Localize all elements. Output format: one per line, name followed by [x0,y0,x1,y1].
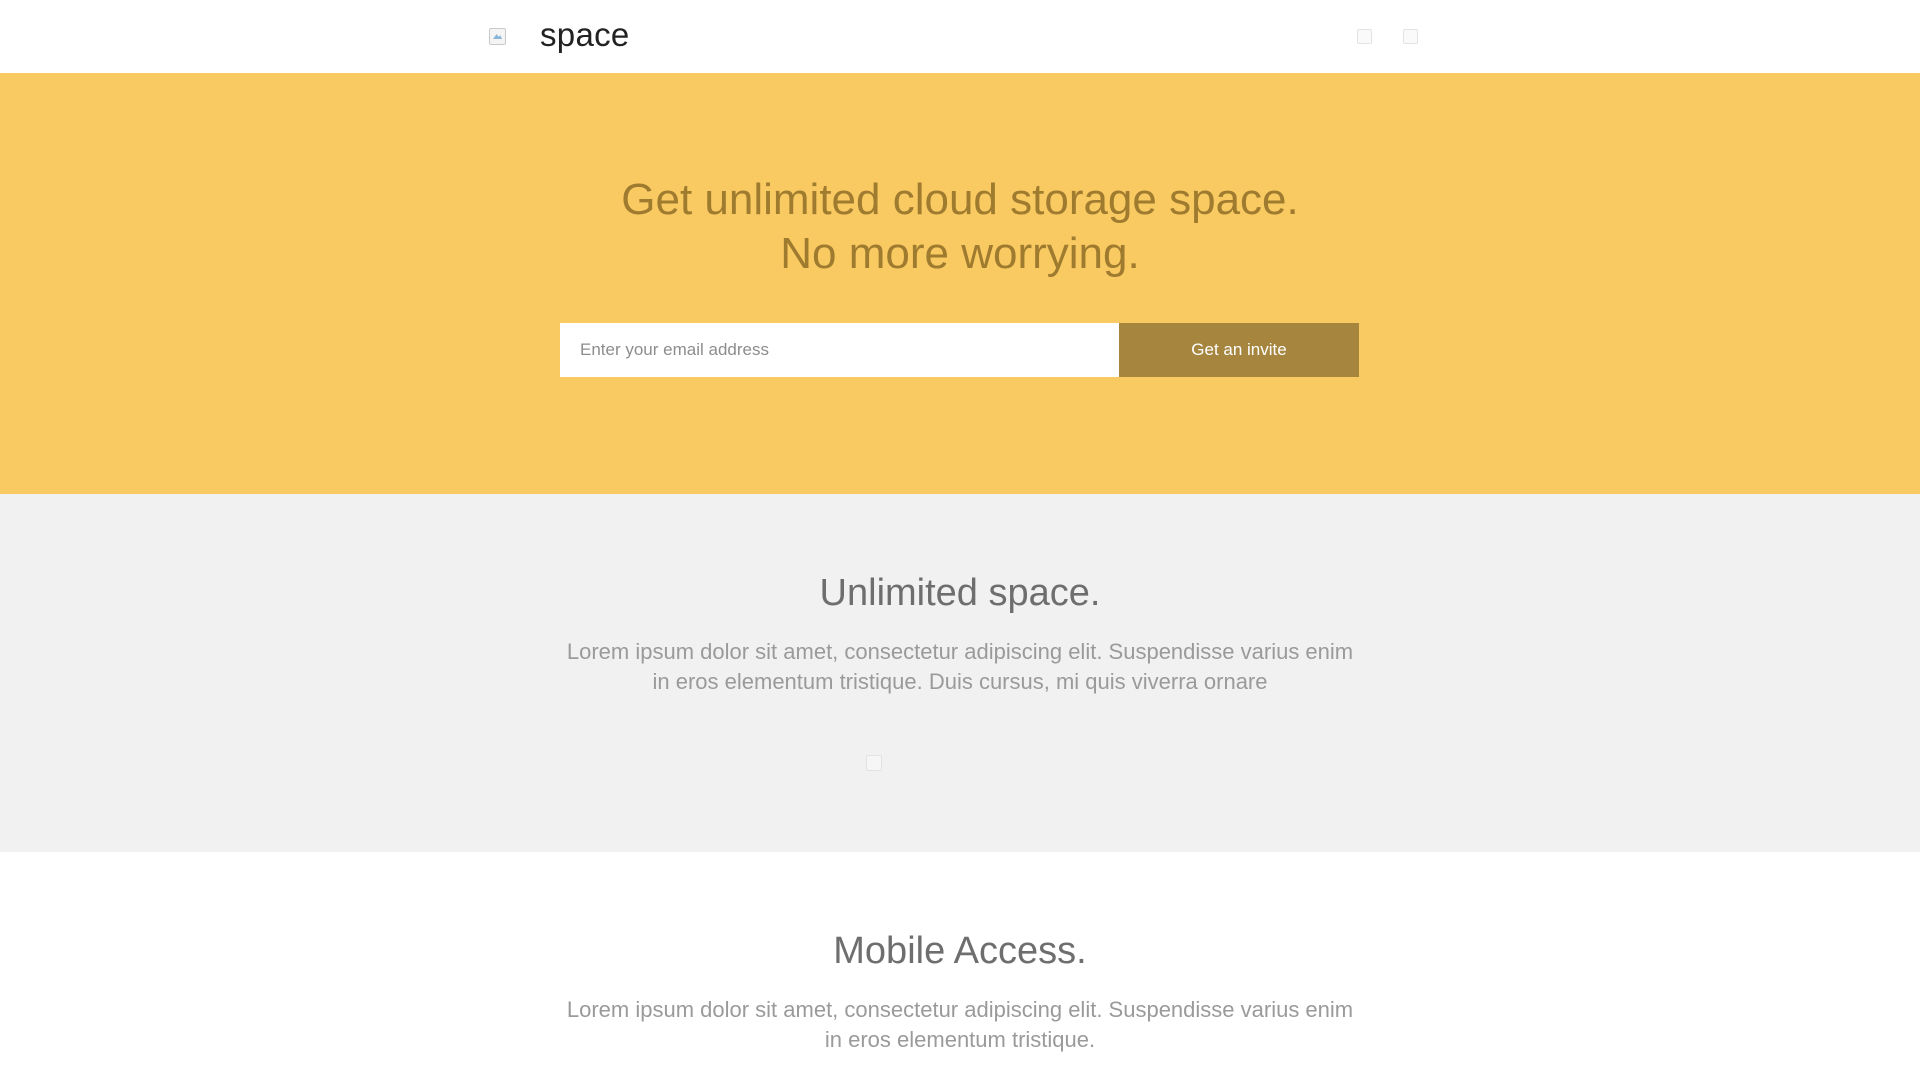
section-description-line-1: Lorem ipsum dolor sit amet, consectetur … [566,639,1354,664]
site-header: space [0,0,1920,73]
section-description: Lorem ipsum dolor sit amet, consectetur … [540,637,1380,697]
section-description-line-1: Lorem ipsum dolor sit amet, consectetur … [566,997,1354,1022]
section-title: Mobile Access. [833,930,1087,972]
section-description-line-2: in eros elementum tristique. Duis cursus… [652,669,1268,694]
brand-name[interactable]: space [540,15,630,55]
hero-title-line-2: No more worrying. [780,229,1140,278]
logo-image-icon[interactable] [489,28,506,45]
get-invite-button[interactable]: Get an invite [1119,323,1359,377]
feature-section-unlimited-space: Unlimited space. Lorem ipsum dolor sit a… [0,494,1920,852]
nav-social-icon[interactable] [1403,29,1418,44]
section-description: Lorem ipsum dolor sit amet, consectetur … [540,995,1380,1055]
hero-title-line-1: Get unlimited cloud storage space. [621,175,1299,224]
feature-image-icon [866,755,882,771]
section-title: Unlimited space. [819,572,1101,614]
feature-section-mobile-access: Mobile Access. Lorem ipsum dolor sit ame… [0,852,1920,1080]
hero-title: Get unlimited cloud storage space. No mo… [0,173,1920,281]
hero-section: Get unlimited cloud storage space. No mo… [0,73,1920,494]
section-description-line-2: in eros elementum tristique. [824,1027,1096,1052]
email-input[interactable] [560,323,1119,377]
nav-social-icon[interactable] [1357,29,1372,44]
